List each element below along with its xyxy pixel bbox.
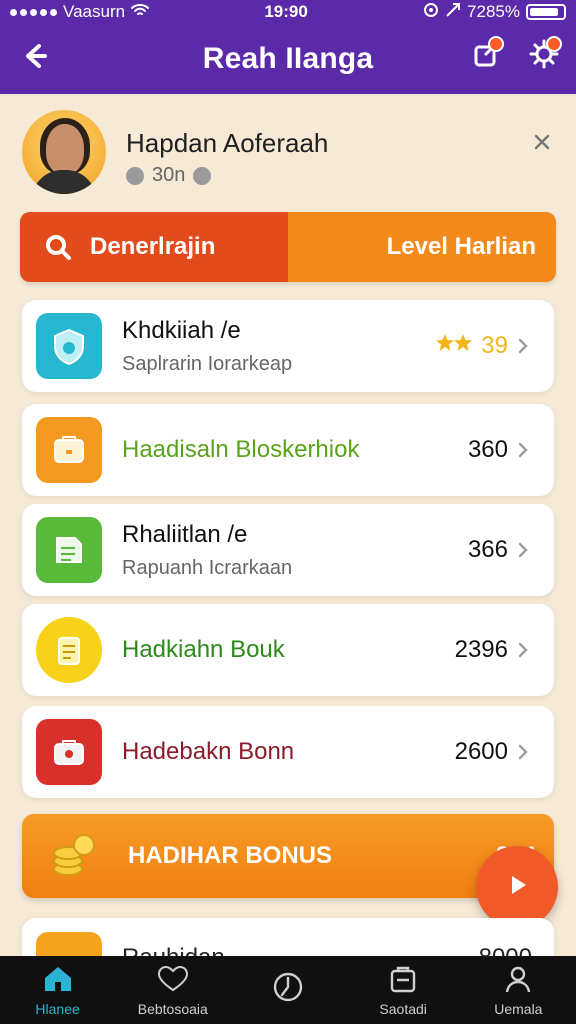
item-title: Haadisaln Bloskerhiok	[122, 436, 360, 463]
home-icon	[41, 964, 75, 997]
clipboard-icon	[36, 617, 102, 683]
avatar-face-shape	[46, 124, 84, 174]
settings-badge	[546, 36, 562, 52]
nav-label: Bebtosoaia	[137, 1000, 208, 1017]
nav-clock[interactable]	[233, 956, 343, 1024]
item-value-wrap: 360	[468, 436, 532, 464]
profile-stat: 30n	[152, 164, 186, 186]
chevron-right-icon	[514, 641, 532, 659]
item-value: 39	[481, 332, 508, 359]
star-icon	[435, 332, 475, 361]
location-icon	[423, 2, 439, 23]
search-icon	[40, 229, 76, 265]
chevron-right-icon	[514, 743, 532, 761]
profile-subtext: 30n	[126, 164, 212, 187]
coin-stack-icon	[40, 823, 106, 889]
nav-home[interactable]: Hlanee	[3, 956, 113, 1024]
share-button[interactable]	[466, 36, 506, 76]
chevron-right-icon	[514, 541, 532, 559]
play-icon	[502, 870, 532, 905]
item-value: 2600	[454, 738, 508, 765]
stat-icon	[126, 166, 144, 185]
list-item[interactable]: Haadisaln Bloskerhiok 360	[22, 404, 554, 496]
item-value: 2396	[454, 636, 508, 663]
arrow-icon	[445, 2, 461, 23]
tab-label: Denerlrajin	[90, 233, 216, 260]
nav-bebtosoaia[interactable]: Bebtosoaia	[118, 956, 228, 1024]
item-subtitle: Rapuanh Icrarkaan	[122, 556, 293, 579]
status-time: 19:90	[264, 2, 308, 21]
toolbox-icon	[36, 719, 102, 785]
item-title: Rhaliitlan /e	[122, 520, 248, 548]
battery-percent: 7285%	[467, 2, 520, 21]
document-icon	[36, 517, 102, 583]
notification-dot	[488, 36, 504, 52]
item-title: Hadkiahn Bouk	[122, 636, 285, 663]
back-button[interactable]	[16, 38, 56, 78]
item-title: Hadebakn Bonn	[122, 738, 295, 765]
nav-label: Uemala	[494, 1000, 543, 1017]
profile-card: Hapdan Aoferaah 30n	[22, 110, 558, 198]
page-title: Reah IIanga	[202, 42, 374, 75]
close-button[interactable]	[526, 128, 558, 160]
back-arrow-icon	[19, 39, 53, 78]
bag-icon	[386, 964, 420, 997]
item-subtitle: Saplrarin Iorarkeap	[122, 352, 293, 375]
avatar	[22, 110, 106, 194]
list-item[interactable]: Hadebakn Bonn 2600	[22, 706, 554, 798]
item-value-wrap: 2396	[455, 636, 532, 664]
bonus-banner[interactable]: HADIHAR BONUS 884	[22, 814, 554, 898]
list-item[interactable]: Rhaliitlan /e Rapuanh Icrarkaan 366	[22, 504, 554, 596]
close-icon	[533, 133, 551, 156]
wifi-icon	[131, 2, 150, 22]
battery-icon	[525, 4, 566, 20]
bottom-nav: Hlanee Bebtosoaia Saotadi Uemala	[0, 956, 576, 1024]
item-value: 360	[467, 436, 508, 463]
item-value: 366	[467, 536, 508, 563]
list-item[interactable]: Hadkiahn Bouk 2396	[22, 604, 554, 696]
clock-icon	[271, 970, 305, 1007]
heart-icon	[156, 964, 190, 997]
carrier-name: Vaasurn	[63, 2, 126, 21]
item-title: Khdkiiah /e	[122, 316, 241, 344]
list-item[interactable]: Khdkiiah /e Saplrarin Iorarkeap 39	[22, 300, 554, 392]
chevron-right-icon	[514, 441, 532, 459]
nav-label: Saotadi	[379, 1000, 427, 1017]
avatar-shirt-shape	[32, 170, 96, 194]
play-button[interactable]	[476, 846, 558, 928]
stat-icon-secondary	[193, 166, 212, 185]
signal-dots-icon	[10, 8, 57, 16]
chevron-right-icon	[514, 337, 532, 355]
tab-label: Level Harlian	[386, 233, 536, 260]
tab-bar: Denerlrajin Level Harlian	[20, 212, 556, 282]
item-value-wrap: 366	[468, 536, 532, 564]
status-bar: Vaasurn 19:90 7285%	[0, 0, 576, 24]
item-value-wrap: 2600	[455, 738, 532, 766]
tab-level-harlian[interactable]: Level Harlian	[288, 212, 556, 282]
user-icon	[501, 964, 535, 997]
nav-uemala[interactable]: Uemala	[463, 956, 573, 1024]
nav-saotadi[interactable]: Saotadi	[348, 956, 458, 1024]
tab-denerlrajin[interactable]: Denerlrajin	[20, 212, 288, 282]
nav-label: Hlanee	[35, 1000, 80, 1017]
settings-button[interactable]	[524, 36, 564, 76]
app-bar: Reah IIanga	[0, 24, 576, 94]
profile-name: Hapdan Aoferaah	[126, 128, 329, 158]
item-value-wrap: 39	[435, 332, 532, 361]
bonus-label: HADIHAR BONUS	[128, 842, 332, 869]
shield-icon	[36, 313, 102, 379]
briefcase-icon	[36, 417, 102, 483]
